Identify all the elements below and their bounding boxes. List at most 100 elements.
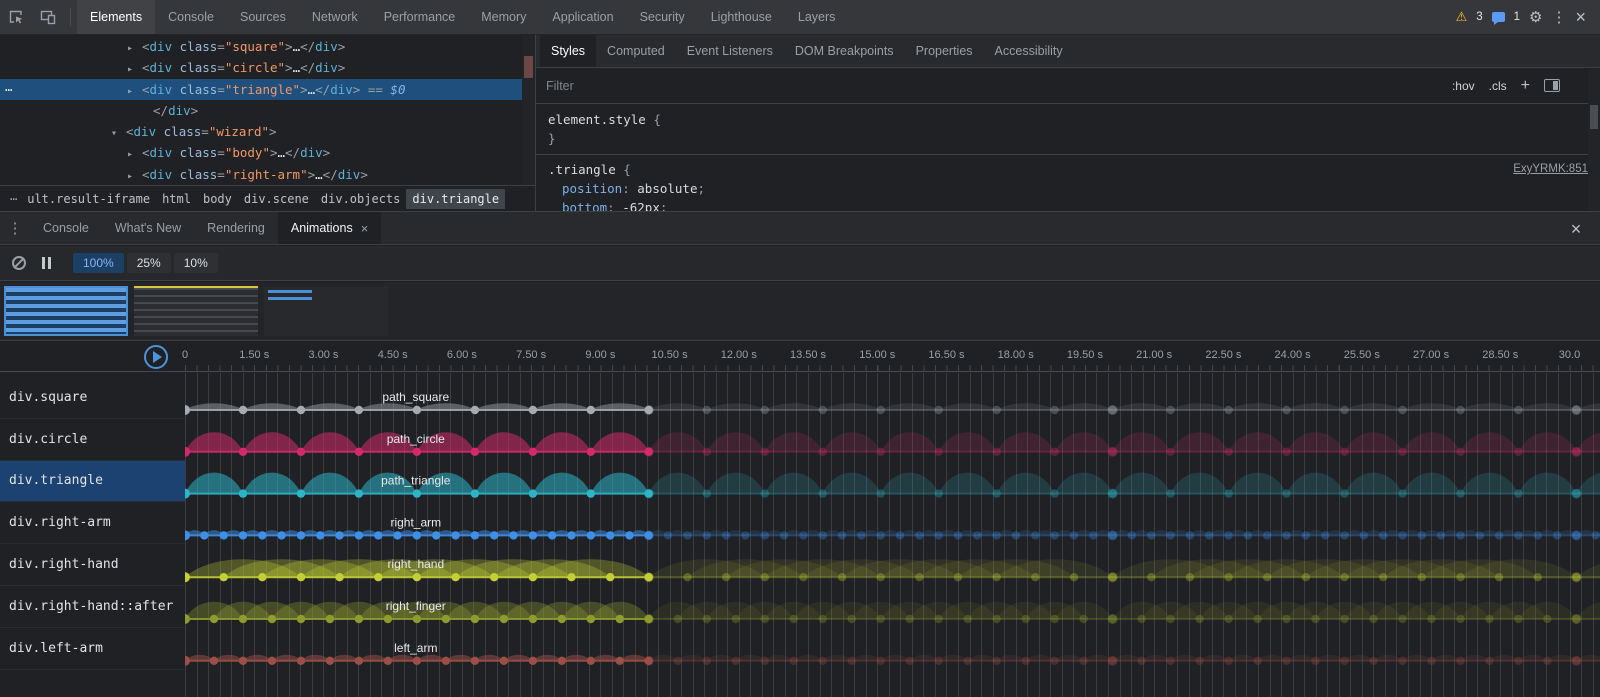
track-label-div-right-arm[interactable]: div.right-arm xyxy=(0,502,185,544)
code-token: div xyxy=(168,103,191,118)
ruler-label: 22.50 s xyxy=(1205,349,1241,361)
devtools-menu-icon[interactable]: ⋮ xyxy=(1551,8,1566,26)
expand-arrow-icon[interactable]: ▸ xyxy=(127,38,142,59)
tree-node-close-tag[interactable]: </div> xyxy=(0,100,535,121)
elements-scrollbar-thumb[interactable] xyxy=(524,56,533,78)
drawer-tab-console[interactable]: Console xyxy=(30,212,102,244)
breadcrumb-div-objects[interactable]: div.objects xyxy=(315,189,406,209)
replay-button[interactable] xyxy=(144,345,168,369)
tree-node-circle[interactable]: ▸<div class="circle">…</div> xyxy=(0,57,535,78)
tree-node-square[interactable]: ▸<div class="square">…</div> xyxy=(0,36,535,57)
tab-application[interactable]: Application xyxy=(539,0,626,34)
tab-memory[interactable]: Memory xyxy=(468,0,539,34)
animations-toolbar: 100%25%10% xyxy=(0,246,1600,281)
rate-25[interactable]: 25% xyxy=(127,253,171,273)
track-label-div-right-hand[interactable]: div.right-hand xyxy=(0,544,185,586)
collapse-arrow-icon[interactable]: ▾ xyxy=(111,123,126,144)
expand-arrow-icon[interactable]: ▸ xyxy=(127,81,142,102)
tree-node-triangle[interactable]: ⋯▸<div class="triangle">…</div> == $0 xyxy=(0,79,535,100)
style-property[interactable]: bottom: -62px; xyxy=(548,198,1588,211)
message-bubble-icon[interactable] xyxy=(1492,12,1505,22)
tab-sources[interactable]: Sources xyxy=(227,0,299,34)
tab-console[interactable]: Console xyxy=(155,0,227,34)
svg-text:path_square: path_square xyxy=(382,390,449,404)
animation-preview-3[interactable] xyxy=(264,286,388,336)
rate-100[interactable]: 100% xyxy=(73,253,124,273)
styles-filter-input[interactable] xyxy=(546,79,766,93)
tab-layers[interactable]: Layers xyxy=(785,0,849,34)
code-token: </ xyxy=(323,167,338,182)
breadcrumb-html[interactable]: html xyxy=(156,189,197,209)
drawer-menu-icon[interactable]: ⋮ xyxy=(0,212,30,244)
expand-arrow-icon[interactable]: ▸ xyxy=(127,166,142,185)
elements-tree[interactable]: ▸<div class="square">…</div>▸<div class=… xyxy=(0,35,535,185)
tab-dom-breakpoints[interactable]: DOM Breakpoints xyxy=(784,35,905,67)
tree-node-right-arm[interactable]: ▸<div class="right-arm">…</div> xyxy=(0,164,535,185)
animation-preview-2[interactable] xyxy=(134,286,258,336)
code-token: class xyxy=(180,145,218,160)
tree-node-wizard[interactable]: ▾<div class="wizard"> xyxy=(0,121,535,142)
pseudo-state-toggle[interactable]: :hov xyxy=(1452,79,1475,93)
animation-tracks-canvas[interactable]: path_squarepath_circlepath_triangleright… xyxy=(185,373,1600,697)
track-label-div-right-hand-after[interactable]: div.right-hand::after xyxy=(0,586,185,628)
tree-node-body[interactable]: ▸<div class="body">…</div> xyxy=(0,142,535,163)
styles-scrollbar[interactable] xyxy=(1588,69,1600,211)
styles-rules[interactable]: element.style {}ExyYRMK:851.triangle {po… xyxy=(536,104,1600,211)
message-count[interactable]: 1 xyxy=(1514,11,1520,23)
device-toolbar-icon[interactable] xyxy=(32,3,64,31)
tab-styles[interactable]: Styles xyxy=(540,35,596,67)
warning-icon[interactable]: ⚠ xyxy=(1456,9,1468,25)
devtools-close-icon[interactable]: × xyxy=(1575,8,1586,26)
ruler-label: 1.50 s xyxy=(239,349,269,361)
style-property[interactable]: position: absolute; xyxy=(548,179,1588,198)
rule-selector[interactable]: ExyYRMK:851.triangle { xyxy=(548,160,1588,179)
elements-region: ▸<div class="square">…</div>▸<div class=… xyxy=(0,35,1600,211)
breadcrumb-body[interactable]: body xyxy=(197,189,238,209)
warning-count[interactable]: 3 xyxy=(1476,11,1482,23)
code-token: < xyxy=(142,39,150,54)
ruler-label: 24.00 s xyxy=(1275,349,1311,361)
tab-accessibility[interactable]: Accessibility xyxy=(984,35,1074,67)
track-label-div-left-arm[interactable]: div.left-arm xyxy=(0,628,185,670)
rate-10[interactable]: 10% xyxy=(174,253,218,273)
expand-arrow-icon[interactable]: ▸ xyxy=(127,144,142,165)
tab-computed[interactable]: Computed xyxy=(596,35,676,67)
breadcrumb-overflow-icon[interactable]: ⋯ xyxy=(6,192,21,206)
settings-gear-icon[interactable]: ⚙ xyxy=(1529,8,1542,26)
track-label-div-square[interactable]: div.square xyxy=(0,377,185,419)
styles-scrollbar-thumb[interactable] xyxy=(1590,105,1598,129)
new-style-rule-button[interactable]: + xyxy=(1521,77,1530,95)
tab-elements[interactable]: Elements xyxy=(77,0,155,34)
tab-security[interactable]: Security xyxy=(627,0,698,34)
rule-selector[interactable]: element.style { xyxy=(548,110,1588,129)
more-actions-icon[interactable]: ⋯ xyxy=(5,79,13,100)
pause-icon[interactable] xyxy=(42,257,51,269)
expand-arrow-icon[interactable]: ▸ xyxy=(127,59,142,80)
track-label-div-circle[interactable]: div.circle xyxy=(0,419,185,461)
timeline-grid[interactable]: path_squarepath_circlepath_triangleright… xyxy=(185,373,1600,697)
clear-animations-icon[interactable] xyxy=(12,256,26,270)
drawer-tab-animations[interactable]: Animations× xyxy=(278,212,381,244)
toolbar-separator xyxy=(70,8,71,26)
sidebar-toggle-icon[interactable] xyxy=(1544,79,1560,92)
drawer-tab-what-s-new[interactable]: What's New xyxy=(102,212,194,244)
inspect-cursor-icon[interactable] xyxy=(0,3,32,31)
tab-event-listeners[interactable]: Event Listeners xyxy=(676,35,784,67)
code-token: > xyxy=(191,103,199,118)
tab-network[interactable]: Network xyxy=(299,0,371,34)
breadcrumb-ult-result-iframe[interactable]: ult.result-iframe xyxy=(21,189,156,209)
timeline-ruler[interactable]: 01.50 s3.00 s4.50 s6.00 s7.50 s9.00 s10.… xyxy=(0,342,1600,372)
breadcrumb-div-triangle[interactable]: div.triangle xyxy=(406,189,505,209)
element-class-toggle[interactable]: .cls xyxy=(1489,79,1507,93)
rule-source-link[interactable]: ExyYRMK:851 xyxy=(1513,160,1588,179)
drawer-tab-close-icon[interactable]: × xyxy=(361,221,369,236)
elements-scrollbar[interactable] xyxy=(522,35,535,185)
animation-preview-selected[interactable] xyxy=(4,286,128,336)
drawer-tab-rendering[interactable]: Rendering xyxy=(194,212,278,244)
tab-properties[interactable]: Properties xyxy=(905,35,984,67)
tab-lighthouse[interactable]: Lighthouse xyxy=(698,0,785,34)
drawer-close-icon[interactable]: × xyxy=(1562,212,1590,246)
tab-performance[interactable]: Performance xyxy=(371,0,469,34)
breadcrumb-div-scene[interactable]: div.scene xyxy=(238,189,315,209)
track-label-div-triangle[interactable]: div.triangle xyxy=(0,461,185,503)
